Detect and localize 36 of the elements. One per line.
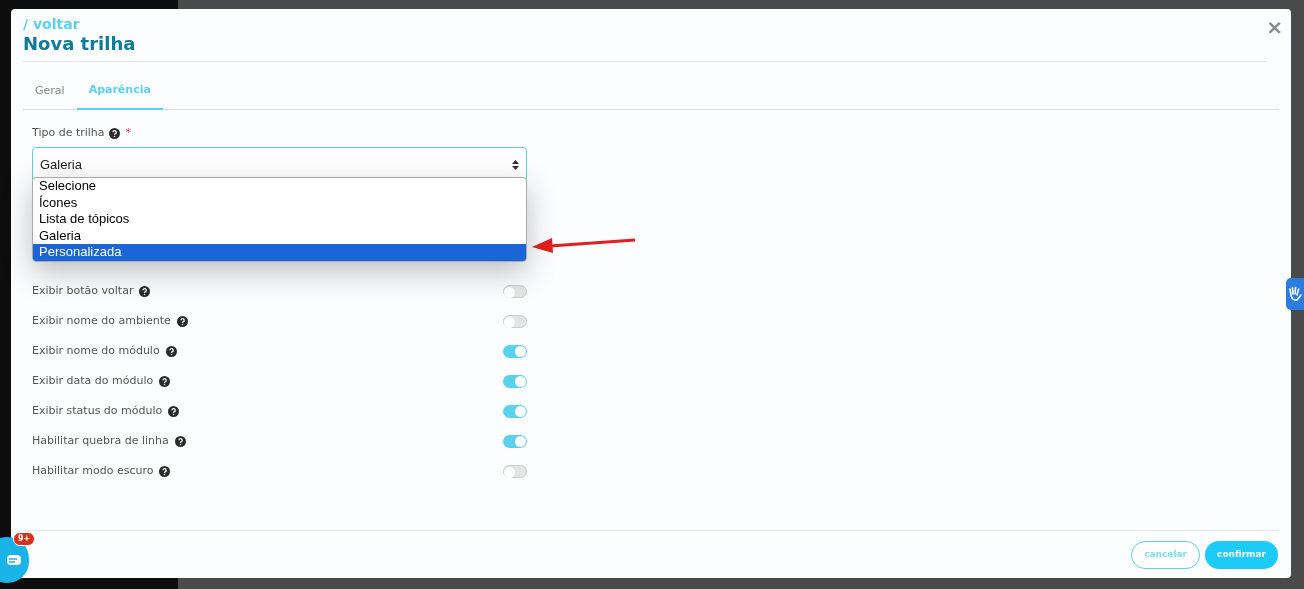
help-icon xyxy=(176,315,188,327)
toggle-switch[interactable] xyxy=(503,404,527,418)
toggle-switch[interactable] xyxy=(503,374,527,388)
dropdown-option[interactable]: Ícones xyxy=(33,194,526,212)
notification-badge: 9+ xyxy=(13,532,36,546)
toggle-label: Habilitar modo escuro xyxy=(32,462,154,479)
dropdown-option[interactable]: Personalizada xyxy=(33,244,526,261)
help-icon xyxy=(139,285,151,297)
toggle-label: Exibir nome do ambiente xyxy=(32,312,171,329)
help-icon xyxy=(174,435,186,447)
toggle-switch[interactable] xyxy=(503,314,527,328)
dropdown-option[interactable]: Lista de tópicos xyxy=(33,211,526,228)
help-icon xyxy=(165,345,177,357)
tab[interactable]: Geral xyxy=(23,72,77,110)
close-button[interactable]: × xyxy=(1266,17,1283,37)
toggle-switch[interactable] xyxy=(503,434,527,448)
help-icon xyxy=(159,465,171,477)
toggle-label: Exibir nome do módulo xyxy=(32,342,160,359)
required-mark: * xyxy=(125,124,132,141)
field-label: Tipo de trilha xyxy=(32,124,105,141)
toggle-label: Exibir botão voltar xyxy=(32,282,134,299)
help-icon xyxy=(168,405,180,417)
dropdown-option[interactable]: Galeria xyxy=(33,227,526,245)
sort-icon xyxy=(512,160,519,170)
toggle-label: Exibir data do módulo xyxy=(32,372,154,389)
toggle-switch[interactable] xyxy=(503,344,527,358)
modal-title: Nova trilha xyxy=(23,33,136,55)
toggle-label: Habilitar quebra de linha xyxy=(32,432,169,449)
toggle-label: Exibir status do módulo xyxy=(32,402,163,419)
sign-language-button[interactable] xyxy=(1286,278,1304,310)
chat-icon xyxy=(7,555,21,565)
toggle-switch[interactable] xyxy=(503,464,527,478)
help-icon xyxy=(108,127,120,139)
hand-icon xyxy=(1288,286,1302,302)
help-icon xyxy=(159,375,171,387)
toggle-switch[interactable] xyxy=(503,284,527,298)
